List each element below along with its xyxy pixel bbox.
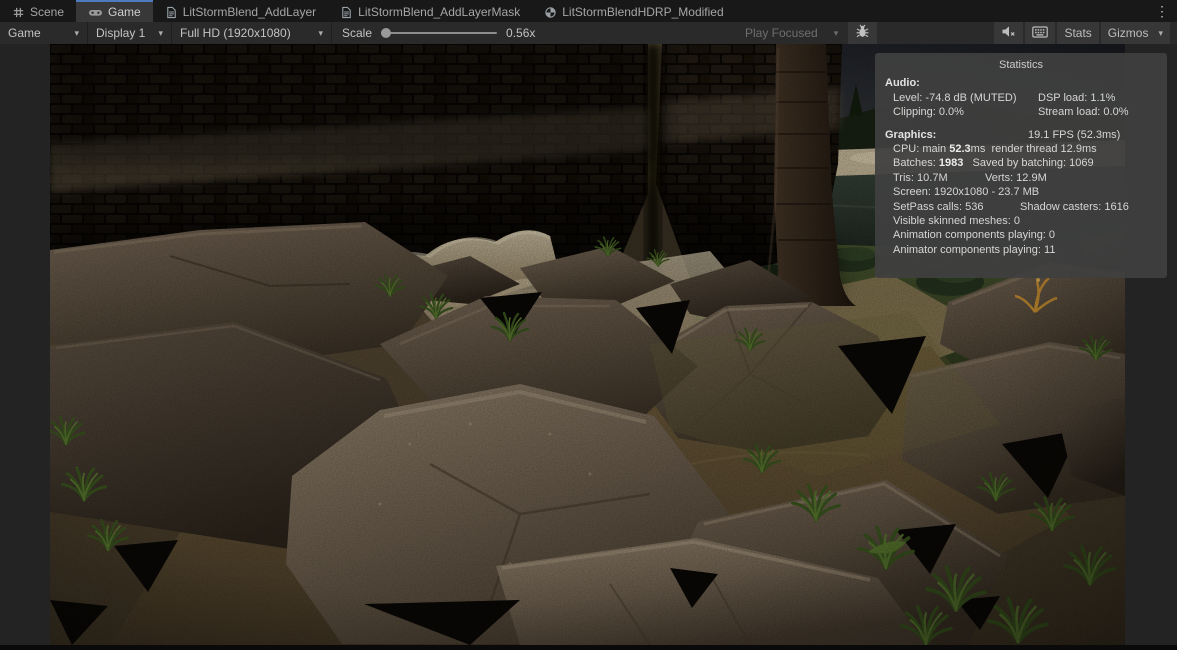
viewport-bottom-edge: [0, 645, 1177, 650]
tab-litstormblendhdrp-modified[interactable]: LitStormBlendHDRP_Modified: [532, 0, 735, 22]
debug-bug-icon: [855, 24, 870, 42]
scale-slider[interactable]: [381, 32, 497, 34]
graphics-verts: Verts: 12.9M: [985, 171, 1047, 185]
tab-game[interactable]: Game: [76, 0, 153, 22]
scale-label: Scale: [342, 26, 372, 40]
stats-toggle-button[interactable]: Stats: [1057, 22, 1098, 44]
audio-clipping: Clipping: 0.0%: [893, 105, 1038, 119]
gizmos-label: Gizmos: [1108, 26, 1149, 40]
tab-label: LitStormBlend_AddLayer: [183, 5, 316, 19]
scale-slider-thumb[interactable]: [381, 28, 391, 38]
debug-bug-button[interactable]: [848, 22, 877, 44]
gamepad-icon: [88, 6, 103, 19]
shader-icon: [340, 6, 353, 19]
mute-audio-icon: [1001, 25, 1016, 41]
chevron-down-icon: ▾: [318, 28, 323, 39]
scale-value: 0.56x: [506, 26, 535, 40]
graphics-setpass: SetPass calls: 536: [893, 200, 1020, 214]
graphics-animator-components: Animator components playing: 11: [885, 243, 1157, 257]
graphics-animation-components: Animation components playing: 0: [885, 228, 1157, 242]
graphics-batches: Batches: 1983 Saved by batching: 1069: [885, 156, 1157, 170]
resolution-dropdown[interactable]: Full HD (1920x1080) ▾: [172, 22, 332, 44]
keyboard-icon: [1032, 26, 1048, 41]
display-value: Display 1: [96, 26, 145, 40]
tab-scene[interactable]: Scene: [0, 0, 76, 22]
chevron-down-icon: ▾: [1158, 28, 1163, 39]
tab-label: LitStormBlendHDRP_Modified: [562, 5, 723, 19]
play-focused-dropdown[interactable]: Play Focused ▾: [737, 22, 846, 44]
play-focused-value: Play Focused: [745, 26, 818, 40]
tab-bar: Scene Game LitStormBlend_AddLayer LitSto…: [0, 0, 1177, 22]
audio-level: Level: -74.8 dB (MUTED): [893, 91, 1038, 105]
gizmos-dropdown[interactable]: Gizmos ▾: [1101, 22, 1170, 44]
graphics-fps: 19.1 FPS (52.3ms): [1028, 128, 1120, 142]
view-mode-value: Game: [8, 26, 41, 40]
resolution-value: Full HD (1920x1080): [180, 26, 291, 40]
tab-label: LitStormBlend_AddLayerMask: [358, 5, 520, 19]
game-view-toolbar: Game ▾ Display 1 ▾ Full HD (1920x1080) ▾…: [0, 22, 1177, 44]
audio-dsp-load: DSP load: 1.1%: [1038, 91, 1115, 105]
game-viewport: Statistics Audio: Level: -74.8 dB (MUTED…: [0, 44, 1177, 650]
play-focus-group: Play Focused ▾: [737, 22, 877, 44]
mute-audio-button[interactable]: [994, 22, 1023, 44]
chevron-down-icon: ▾: [834, 28, 839, 39]
statistics-title: Statistics: [885, 58, 1157, 72]
chevron-down-icon: ▾: [158, 28, 163, 39]
statistics-panel: Statistics Audio: Level: -74.8 dB (MUTED…: [875, 53, 1167, 278]
scale-control: Scale 0.56x: [332, 22, 545, 44]
scene-grid-icon: [12, 6, 25, 19]
stats-button-label: Stats: [1064, 26, 1091, 40]
graphics-screen: Screen: 1920x1080 - 23.7 MB: [885, 185, 1157, 199]
view-mode-dropdown[interactable]: Game ▾: [0, 22, 88, 44]
window-menu-icon[interactable]: ⋮: [1155, 2, 1169, 20]
shader-icon: [165, 6, 178, 19]
tab-litstormblend-addlayermask[interactable]: LitStormBlend_AddLayerMask: [328, 0, 532, 22]
graphics-heading: Graphics:: [885, 128, 1028, 142]
chevron-down-icon: ▾: [74, 28, 79, 39]
toolbar-right-group: Stats Gizmos ▾: [992, 22, 1170, 44]
material-icon: [544, 6, 557, 19]
tab-label: Game: [108, 5, 141, 19]
display-dropdown[interactable]: Display 1 ▾: [88, 22, 172, 44]
unity-game-view-window: Scene Game LitStormBlend_AddLayer LitSto…: [0, 0, 1177, 650]
keyboard-shortcuts-button[interactable]: [1025, 22, 1055, 44]
graphics-tris: Tris: 10.7M: [893, 171, 985, 185]
tab-litstormblend-addlayer[interactable]: LitStormBlend_AddLayer: [153, 0, 328, 22]
audio-stream-load: Stream load: 0.0%: [1038, 105, 1129, 119]
tab-label: Scene: [30, 5, 64, 19]
graphics-skinned-meshes: Visible skinned meshes: 0: [885, 214, 1157, 228]
audio-heading: Audio:: [885, 76, 1157, 90]
graphics-shadow-casters: Shadow casters: 1616: [1020, 200, 1129, 214]
graphics-cpu: CPU: main 52.3ms render thread 12.9ms: [885, 142, 1157, 156]
